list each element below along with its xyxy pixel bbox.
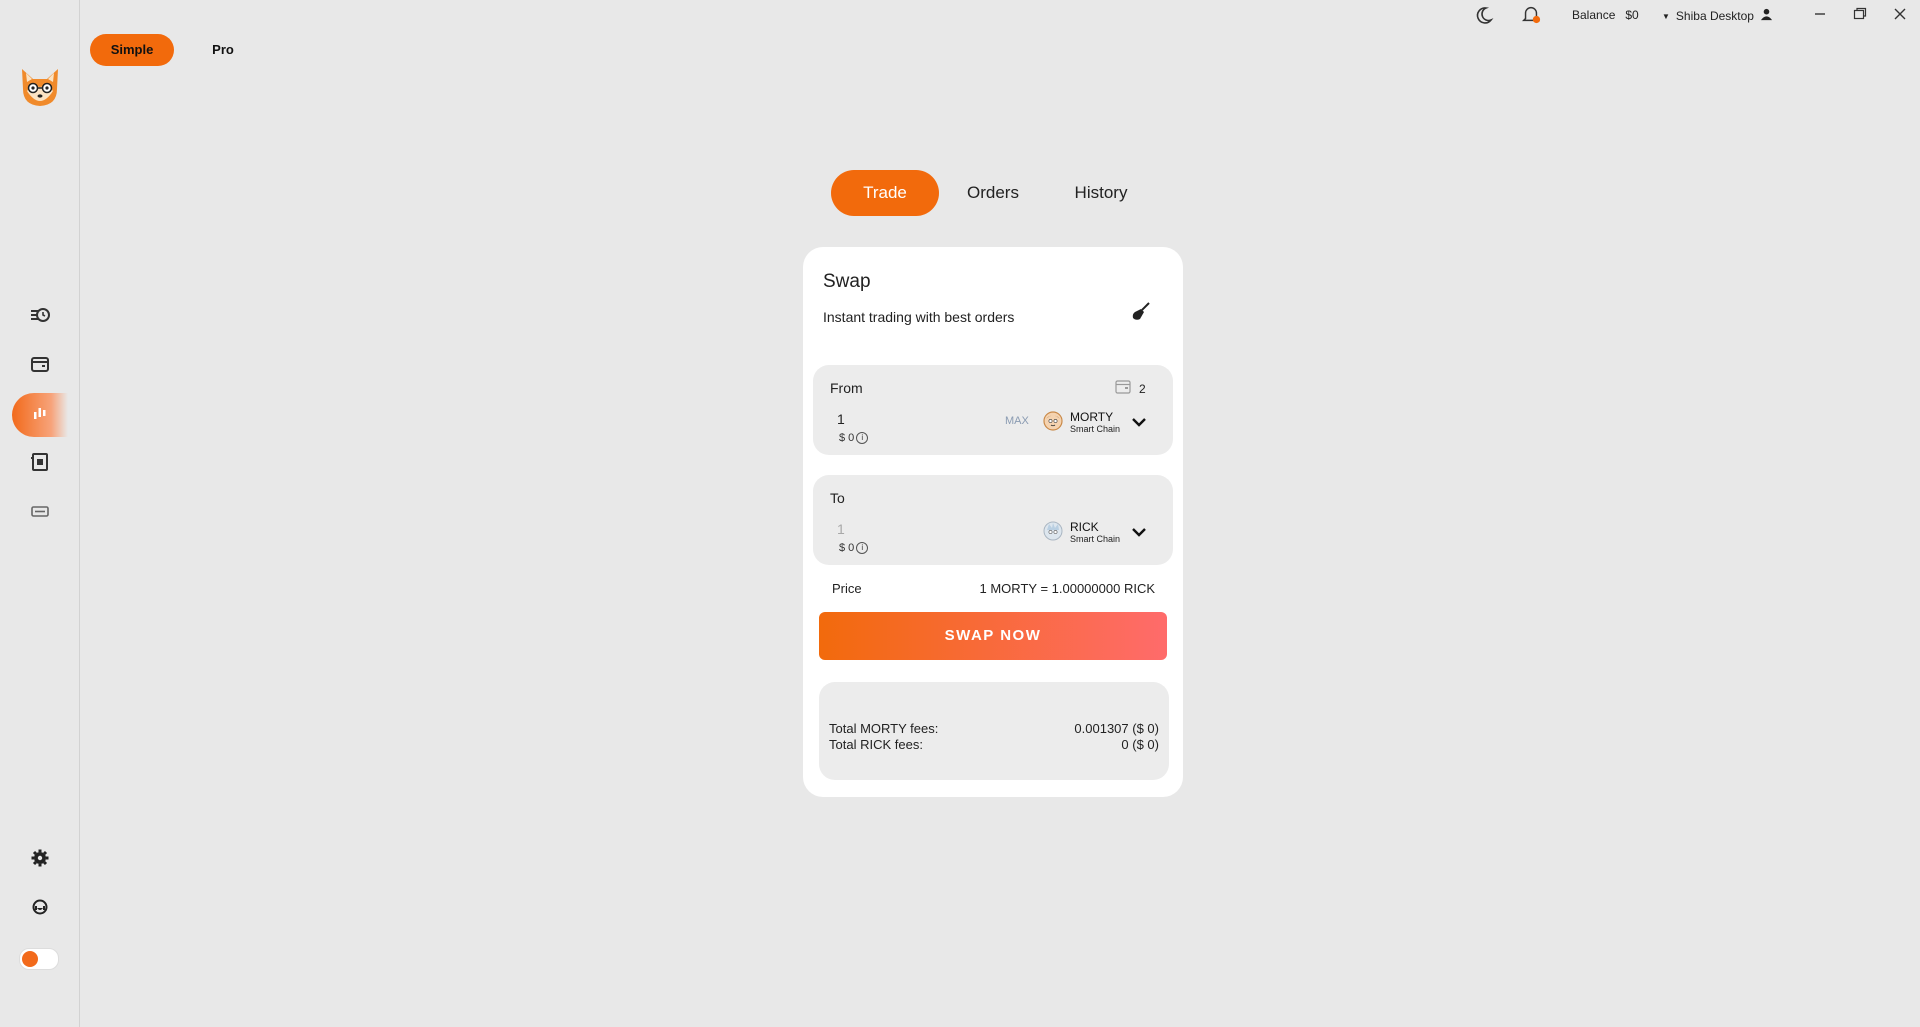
caret-down-icon: ▼ xyxy=(1662,11,1670,21)
sidebar-item-settings[interactable] xyxy=(12,838,68,882)
window-close-button[interactable] xyxy=(1892,6,1908,22)
sidebar-item-trade[interactable] xyxy=(12,393,68,437)
trade-tabs: Trade Orders History xyxy=(831,170,1155,218)
balance-label: Balance xyxy=(1572,8,1616,22)
from-amount-input[interactable]: 1 xyxy=(837,411,845,427)
from-panel: From 2 1 $ 0 i MAX MORTY Smart Chain xyxy=(813,365,1173,455)
sidebar-item-dashboard[interactable] xyxy=(12,295,68,339)
dark-mode-moon-icon[interactable] xyxy=(1474,5,1494,25)
trade-chart-icon xyxy=(29,402,51,429)
tab-history[interactable]: History xyxy=(1047,170,1155,216)
sidebar-item-support[interactable] xyxy=(12,887,68,931)
notifications-bell-icon[interactable] xyxy=(1521,4,1541,24)
balance-value: $0 xyxy=(1625,8,1639,22)
fee-row: Total MORTY fees: 0.001307 ($ 0) xyxy=(829,721,1159,736)
card-icon xyxy=(29,500,51,527)
max-button[interactable]: MAX xyxy=(1005,415,1029,427)
mode-tab-simple[interactable]: Simple xyxy=(90,34,174,66)
swap-subtitle: Instant trading with best orders xyxy=(823,309,1015,325)
clear-brush-icon[interactable] xyxy=(1129,299,1153,323)
from-wallet-count: 2 xyxy=(1115,380,1146,397)
fee-label: Total RICK fees: xyxy=(829,737,923,752)
wallet-icon xyxy=(29,353,51,380)
sidebar-item-addressbook[interactable] xyxy=(12,442,68,486)
from-coin-name[interactable]: MORTY xyxy=(1070,410,1113,424)
gear-icon xyxy=(29,847,51,874)
balance-display: Balance $0 xyxy=(1572,8,1639,22)
fee-value: 0 ($ 0) xyxy=(1121,737,1159,752)
to-usd-text: $ 0 xyxy=(839,542,855,554)
sidebar-item-card[interactable] xyxy=(12,491,68,535)
fee-row: Total RICK fees: 0 ($ 0) xyxy=(829,737,1159,752)
to-label: To xyxy=(830,490,845,506)
to-coin-chevron-down-icon[interactable] xyxy=(1131,525,1147,537)
swap-card: Swap Instant trading with best orders Fr… xyxy=(803,247,1183,797)
price-label: Price xyxy=(832,581,862,596)
fee-value: 0.001307 ($ 0) xyxy=(1074,721,1159,736)
swap-now-button[interactable]: SWAP NOW xyxy=(819,612,1167,660)
rick-coin-icon xyxy=(1043,521,1063,541)
shiba-logo-icon xyxy=(17,63,63,109)
swap-title: Swap xyxy=(823,271,871,292)
morty-coin-icon xyxy=(1043,411,1063,431)
user-icon xyxy=(1760,8,1773,24)
toggle-knob xyxy=(22,951,38,967)
support-headset-icon xyxy=(29,896,51,923)
from-usd-value: $ 0 i xyxy=(839,432,869,444)
price-value: 1 MORTY = 1.00000000 RICK xyxy=(979,581,1155,596)
tab-orders[interactable]: Orders xyxy=(939,170,1047,216)
dashboard-clock-icon xyxy=(29,304,51,331)
to-coin-name[interactable]: RICK xyxy=(1070,520,1099,534)
wallet-icon xyxy=(1115,380,1131,397)
window-restore-button[interactable] xyxy=(1852,6,1868,22)
fees-panel: Total MORTY fees: 0.001307 ($ 0) Total R… xyxy=(819,682,1169,780)
to-usd-value: $ 0 i xyxy=(839,542,869,554)
address-book-icon xyxy=(29,451,51,478)
from-coin-chain: Smart Chain xyxy=(1070,424,1121,434)
info-icon[interactable]: i xyxy=(856,432,869,444)
to-coin-chain: Smart Chain xyxy=(1070,534,1121,544)
info-icon[interactable]: i xyxy=(856,542,869,554)
account-menu[interactable]: ▼ Shiba Desktop xyxy=(1662,8,1773,24)
account-name: Shiba Desktop xyxy=(1675,9,1754,23)
sidebar-item-wallet[interactable] xyxy=(12,344,68,388)
theme-toggle[interactable] xyxy=(19,948,59,970)
from-usd-text: $ 0 xyxy=(839,432,855,444)
from-coin-chevron-down-icon[interactable] xyxy=(1131,415,1147,427)
tab-trade[interactable]: Trade xyxy=(831,170,939,216)
wallet-count-value: 2 xyxy=(1139,381,1146,396)
sidebar xyxy=(0,0,80,1027)
to-amount-field: 1 xyxy=(837,521,845,537)
to-panel: To 1 $ 0 i RICK Smart Chain xyxy=(813,475,1173,565)
from-label: From xyxy=(830,380,863,396)
mode-tab-pro[interactable]: Pro xyxy=(200,34,246,66)
window-minimize-button[interactable] xyxy=(1812,6,1828,22)
fee-label: Total MORTY fees: xyxy=(829,721,939,736)
